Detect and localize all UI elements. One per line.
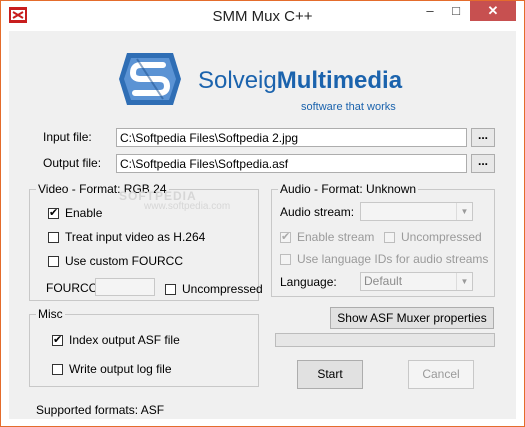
- treat-h264-checkbox[interactable]: Treat input video as H.264: [48, 230, 205, 244]
- brand-bold: Multimedia: [276, 67, 403, 94]
- checkbox-box: [384, 232, 395, 243]
- maximize-button[interactable]: □: [443, 1, 469, 21]
- softpedia-url-watermark: www.softpedia.com: [144, 201, 231, 212]
- video-uncompressed-checkbox[interactable]: Uncompressed: [165, 282, 263, 296]
- checkmark-icon: [48, 206, 59, 220]
- checkbox-box: [48, 232, 59, 243]
- input-file-field[interactable]: C:\Softpedia Files\Softpedia 2.jpg: [116, 128, 467, 147]
- enable-video-checkbox[interactable]: Enable: [48, 206, 102, 220]
- fourcc-label: FOURCC:: [46, 281, 101, 295]
- start-button[interactable]: Start: [297, 360, 363, 389]
- audio-uncompressed-label: Uncompressed: [401, 230, 482, 244]
- enable-stream-label: Enable stream: [297, 230, 375, 244]
- client-area: SolveigMultimedia software that works In…: [9, 31, 516, 419]
- custom-fourcc-label: Use custom FOURCC: [65, 254, 184, 268]
- output-browse-button[interactable]: ...: [471, 154, 495, 173]
- close-button[interactable]: ✕: [470, 1, 516, 21]
- progress-bar: [275, 333, 495, 347]
- checkmark-icon: [52, 333, 63, 347]
- solveig-logo: SolveigMultimedia software that works: [115, 41, 415, 121]
- write-log-label: Write output log file: [69, 362, 172, 376]
- input-file-label: Input file:: [43, 130, 92, 144]
- enable-video-label: Enable: [65, 206, 103, 220]
- cancel-button[interactable]: Cancel: [408, 360, 474, 389]
- language-ids-label: Use language IDs for audio streams: [297, 252, 489, 266]
- title-bar[interactable]: SMM Mux C++ – □ ✕: [1, 1, 524, 31]
- language-value: Default: [364, 274, 403, 288]
- chevron-down-icon: ▼: [456, 203, 472, 220]
- checkbox-box: [52, 364, 63, 375]
- treat-h264-label: Treat input video as H.264: [65, 230, 206, 244]
- custom-fourcc-checkbox[interactable]: Use custom FOURCC: [48, 254, 183, 268]
- language-select[interactable]: Default ▼: [360, 272, 473, 291]
- language-ids-checkbox[interactable]: Use language IDs for audio streams: [280, 252, 488, 266]
- minimize-button[interactable]: –: [417, 1, 443, 21]
- fourcc-input[interactable]: [95, 278, 155, 296]
- misc-group-title: Misc: [36, 307, 65, 321]
- language-label: Language:: [280, 275, 337, 289]
- index-asf-checkbox[interactable]: Index output ASF file: [52, 333, 180, 347]
- index-asf-label: Index output ASF file: [69, 333, 180, 347]
- brand-name: SolveigMultimedia: [198, 67, 402, 95]
- checkbox-box: [165, 284, 176, 295]
- solveig-s-logo-icon: [119, 53, 181, 105]
- audio-group: Audio - Format: Unknown Audio stream: ▼ …: [271, 182, 495, 297]
- misc-group: Misc Index output ASF file Write output …: [29, 307, 259, 387]
- input-browse-button[interactable]: ...: [471, 128, 495, 147]
- checkbox-box: [48, 256, 59, 267]
- checkmark-icon: [280, 230, 291, 244]
- brand-tagline: software that works: [301, 101, 396, 113]
- supported-formats-label: Supported formats: ASF: [36, 403, 165, 417]
- output-file-field[interactable]: C:\Softpedia Files\Softpedia.asf: [116, 154, 467, 173]
- audio-uncompressed-checkbox[interactable]: Uncompressed: [384, 230, 482, 244]
- checkbox-box: [280, 254, 291, 265]
- show-asf-properties-button[interactable]: Show ASF Muxer properties: [330, 307, 494, 329]
- chevron-down-icon: ▼: [456, 273, 472, 290]
- app-window: SMM Mux C++ – □ ✕ SolveigMultimedia soft…: [0, 0, 525, 427]
- enable-stream-checkbox[interactable]: Enable stream: [280, 230, 374, 244]
- write-log-checkbox[interactable]: Write output log file: [52, 362, 172, 376]
- brand-regular: Solveig: [198, 67, 277, 94]
- output-file-label: Output file:: [43, 156, 102, 170]
- audio-stream-label: Audio stream:: [280, 205, 355, 219]
- video-uncompressed-label: Uncompressed: [182, 282, 263, 296]
- audio-stream-select[interactable]: ▼: [360, 202, 473, 221]
- audio-group-title: Audio - Format: Unknown: [278, 182, 419, 196]
